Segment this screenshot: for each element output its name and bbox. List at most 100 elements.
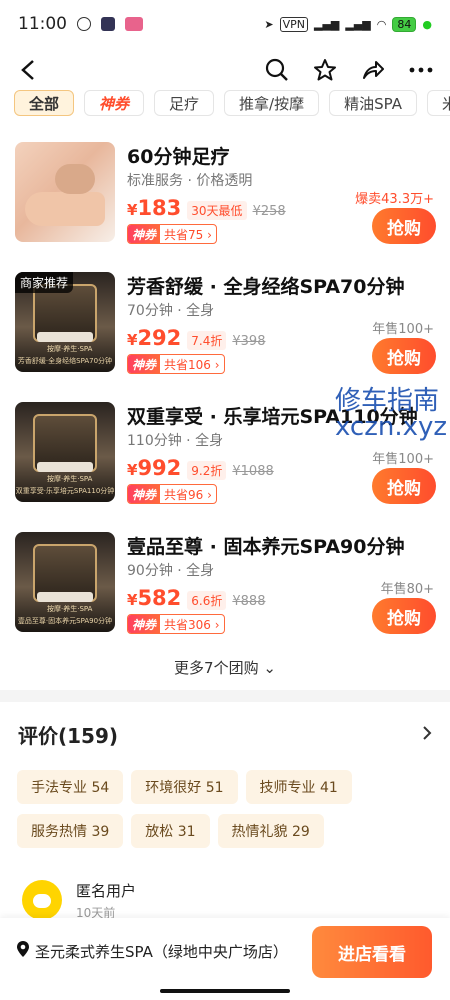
review-user: 匿名用户 10天前	[22, 880, 136, 921]
buy-button[interactable]: 抢购	[372, 338, 436, 374]
app-notification-icon	[77, 17, 91, 31]
merchant-recommend-badge: 商家推荐	[15, 272, 74, 293]
thumb-sign: 按摩·养生·SPA	[47, 345, 93, 353]
review-tag[interactable]: 手法专业 54	[17, 770, 124, 804]
review-tag[interactable]: 技师专业 41	[245, 770, 352, 804]
coupon-savings: 共省306 ›	[164, 617, 220, 632]
coupon-badge[interactable]: 神券 共省96 ›	[127, 484, 217, 504]
deal-item[interactable]: 按摩·养生·SPA 壹品至尊·固本养元SPA90分钟 壹品至尊 · 固本养元SP…	[0, 518, 450, 648]
review-tag[interactable]: 放松 31	[131, 814, 210, 848]
shop-location[interactable]: 圣元柔式养生SPA（绿地中央广场店）	[16, 940, 288, 962]
chevron-right-icon	[422, 725, 432, 745]
status-bar: 11:00 ➤ VPN ▂▄▆ ▂▄▆ ◠ 84 ●	[0, 0, 450, 48]
thumb-sign: 按摩·养生·SPA	[47, 475, 93, 483]
tab-foot-massage[interactable]: 足疗	[154, 90, 215, 116]
tab-more[interactable]: 米	[426, 90, 450, 116]
share-icon[interactable]	[360, 57, 386, 83]
buy-button[interactable]: 抢购	[372, 208, 436, 244]
category-tabs: 全部 神券 足疗 推拿/按摩 精油SPA 米	[0, 90, 450, 118]
coupon-tag: 神券	[128, 225, 161, 243]
buy-button[interactable]: 抢购	[372, 598, 436, 634]
enter-shop-button[interactable]: 进店看看	[312, 926, 432, 978]
deal-price: 992	[137, 456, 182, 480]
price-row: ¥ 183 30天最低 ¥258	[127, 196, 286, 220]
review-tags: 手法专业 54 环境很好 51 技师专业 41 服务热情 39 放松 31 热情…	[17, 770, 437, 848]
tab-coupon[interactable]: 神券	[84, 90, 145, 116]
watermark: 修车指南 xczn.xyz	[335, 388, 447, 440]
price-row: ¥ 992 9.2折 ¥1088	[127, 456, 274, 480]
search-icon[interactable]	[264, 57, 290, 83]
cat-icon	[101, 17, 115, 31]
foot-image	[25, 192, 105, 226]
bed-image	[37, 462, 93, 472]
sales-count: 年售100+	[372, 322, 434, 337]
deal-item[interactable]: 60分钟足疗 标准服务 · 价格透明 ¥ 183 30天最低 ¥258 神券 共…	[0, 128, 450, 258]
currency-symbol: ¥	[127, 201, 138, 219]
review-tag[interactable]: 热情礼貌 29	[217, 814, 324, 848]
coupon-savings: 共省75 ›	[164, 227, 212, 242]
deal-thumbnail	[15, 142, 115, 242]
coupon-badge[interactable]: 神券 共省306 ›	[127, 614, 225, 634]
sales-count: 年售80+	[380, 582, 434, 597]
reviews-title: 评价(159)	[18, 724, 119, 748]
original-price: ¥398	[232, 334, 266, 349]
app-icon	[125, 17, 143, 31]
discount-badge: 30天最低	[187, 201, 247, 220]
coupon-badge[interactable]: 神券 共省106 ›	[127, 354, 225, 374]
deal-title: 60分钟足疗	[127, 146, 230, 168]
currency-symbol: ¥	[127, 331, 138, 349]
bottom-bar: 圣元柔式养生SPA（绿地中央广场店） 进店看看	[0, 918, 450, 1000]
deal-title: 芳香舒缓 · 全身经络SPA70分钟	[127, 276, 405, 298]
review-tag[interactable]: 环境很好 51	[131, 770, 238, 804]
deal-price: 582	[137, 586, 182, 610]
location-arrow-icon: ➤	[264, 17, 274, 31]
discount-badge: 7.4折	[187, 331, 227, 350]
sales-count: 爆卖43.3万+	[355, 192, 434, 207]
nav-bar	[0, 48, 450, 92]
more-groups-link[interactable]: 更多7个团购 ⌄	[0, 657, 450, 678]
deal-thumbnail: 按摩·养生·SPA 芳香舒缓·全身经络SPA70分钟 商家推荐	[15, 272, 115, 372]
shop-name: 圣元柔式养生SPA（绿地中央广场店）	[35, 942, 288, 961]
avatar	[22, 880, 62, 920]
buy-button[interactable]: 抢购	[372, 468, 436, 504]
deal-subtitle: 标准服务 · 价格透明	[127, 173, 253, 189]
deal-subtitle: 110分钟 · 全身	[127, 433, 224, 449]
thumb-caption: 芳香舒缓·全身经络SPA70分钟	[17, 357, 113, 365]
location-pin-icon	[16, 940, 30, 962]
tab-massage[interactable]: 推拿/按摩	[224, 90, 320, 116]
deal-price: 183	[137, 196, 182, 220]
thumb-sign: 按摩·养生·SPA	[47, 605, 93, 613]
review-tag[interactable]: 服务热情 39	[17, 814, 124, 848]
wifi-icon: ◠	[376, 17, 387, 31]
thumb-caption: 壹品至尊·固本养元SPA90分钟	[17, 617, 113, 625]
sales-count: 年售100+	[372, 452, 434, 467]
watermark-line2: xczn.xyz	[335, 412, 448, 442]
coupon-savings: 共省106 ›	[164, 357, 220, 372]
status-time: 11:00	[18, 14, 67, 34]
original-price: ¥888	[232, 594, 266, 609]
reviews-header[interactable]: 评价(159)	[18, 720, 432, 749]
deal-item[interactable]: 按摩·养生·SPA 芳香舒缓·全身经络SPA70分钟 商家推荐 芳香舒缓 · 全…	[0, 258, 450, 388]
coupon-savings: 共省96 ›	[164, 487, 212, 502]
coupon-tag: 神券	[128, 485, 161, 503]
coupon-tag: 神券	[128, 615, 161, 633]
signal-icon-2: ▂▄▆	[345, 17, 371, 31]
battery-indicator: 84	[392, 16, 417, 32]
currency-symbol: ¥	[127, 591, 138, 609]
watermark-line1: 修车指南	[335, 386, 440, 416]
discount-badge: 9.2折	[187, 461, 227, 480]
price-row: ¥ 292 7.4折 ¥398	[127, 326, 265, 350]
thumb-caption: 双重享受·乐享培元SPA110分钟	[15, 487, 115, 495]
back-icon[interactable]	[16, 57, 42, 83]
bed-image	[37, 592, 93, 602]
tab-all[interactable]: 全部	[14, 90, 75, 116]
favorite-star-icon[interactable]	[312, 57, 338, 83]
tab-oil-spa[interactable]: 精油SPA	[329, 90, 417, 116]
vpn-badge: VPN	[279, 16, 308, 32]
signal-icon: ▂▄▆	[314, 17, 340, 31]
deal-thumbnail: 按摩·养生·SPA 双重享受·乐享培元SPA110分钟	[15, 402, 115, 502]
coupon-badge[interactable]: 神券 共省75 ›	[127, 224, 217, 244]
coupon-tag: 神券	[128, 355, 161, 373]
more-options-icon[interactable]	[408, 57, 434, 83]
currency-symbol: ¥	[127, 461, 138, 479]
